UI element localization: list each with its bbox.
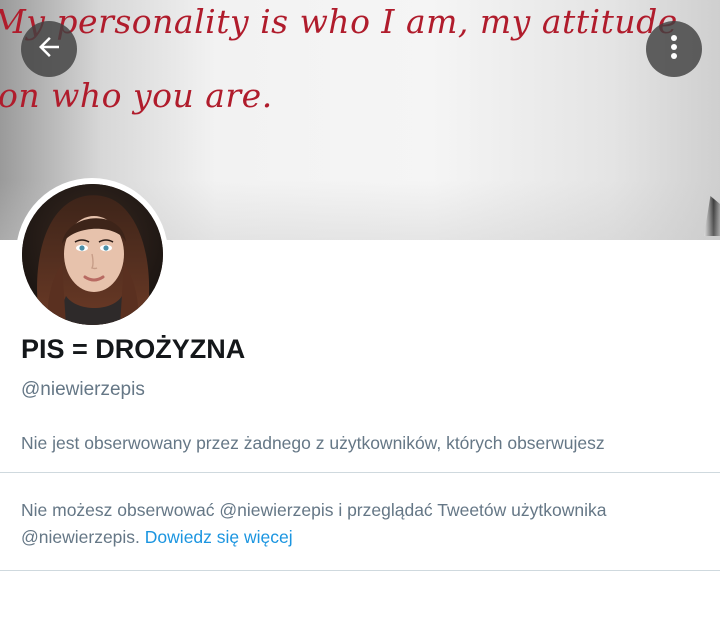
profile-avatar[interactable] <box>16 178 168 330</box>
protected-account-notice: Nie możesz obserwować @niewierzepis i pr… <box>21 497 711 551</box>
banner-decoration <box>704 196 720 236</box>
back-button[interactable] <box>21 21 77 77</box>
protected-notice-text: Nie możesz obserwować @niewierzepis i pr… <box>21 500 607 547</box>
divider <box>0 472 720 473</box>
arrow-left-icon <box>34 32 64 67</box>
divider <box>0 570 720 571</box>
followers-you-know-info: Nie jest obserwowany przez żadnego z uży… <box>21 433 605 453</box>
more-options-button[interactable] <box>646 21 702 77</box>
learn-more-link[interactable]: Dowiedz się więcej <box>145 527 293 547</box>
banner-quote-line-2: on who you are. <box>0 76 273 115</box>
profile-display-name: PIS = DROŻYZNA <box>21 334 246 364</box>
avatar-photo <box>21 183 163 325</box>
profile-handle: @niewierzepis <box>21 379 145 400</box>
vertical-dots-icon <box>662 32 686 67</box>
banner-quote-line-1: My personality is who I am, my attitude <box>0 2 678 41</box>
